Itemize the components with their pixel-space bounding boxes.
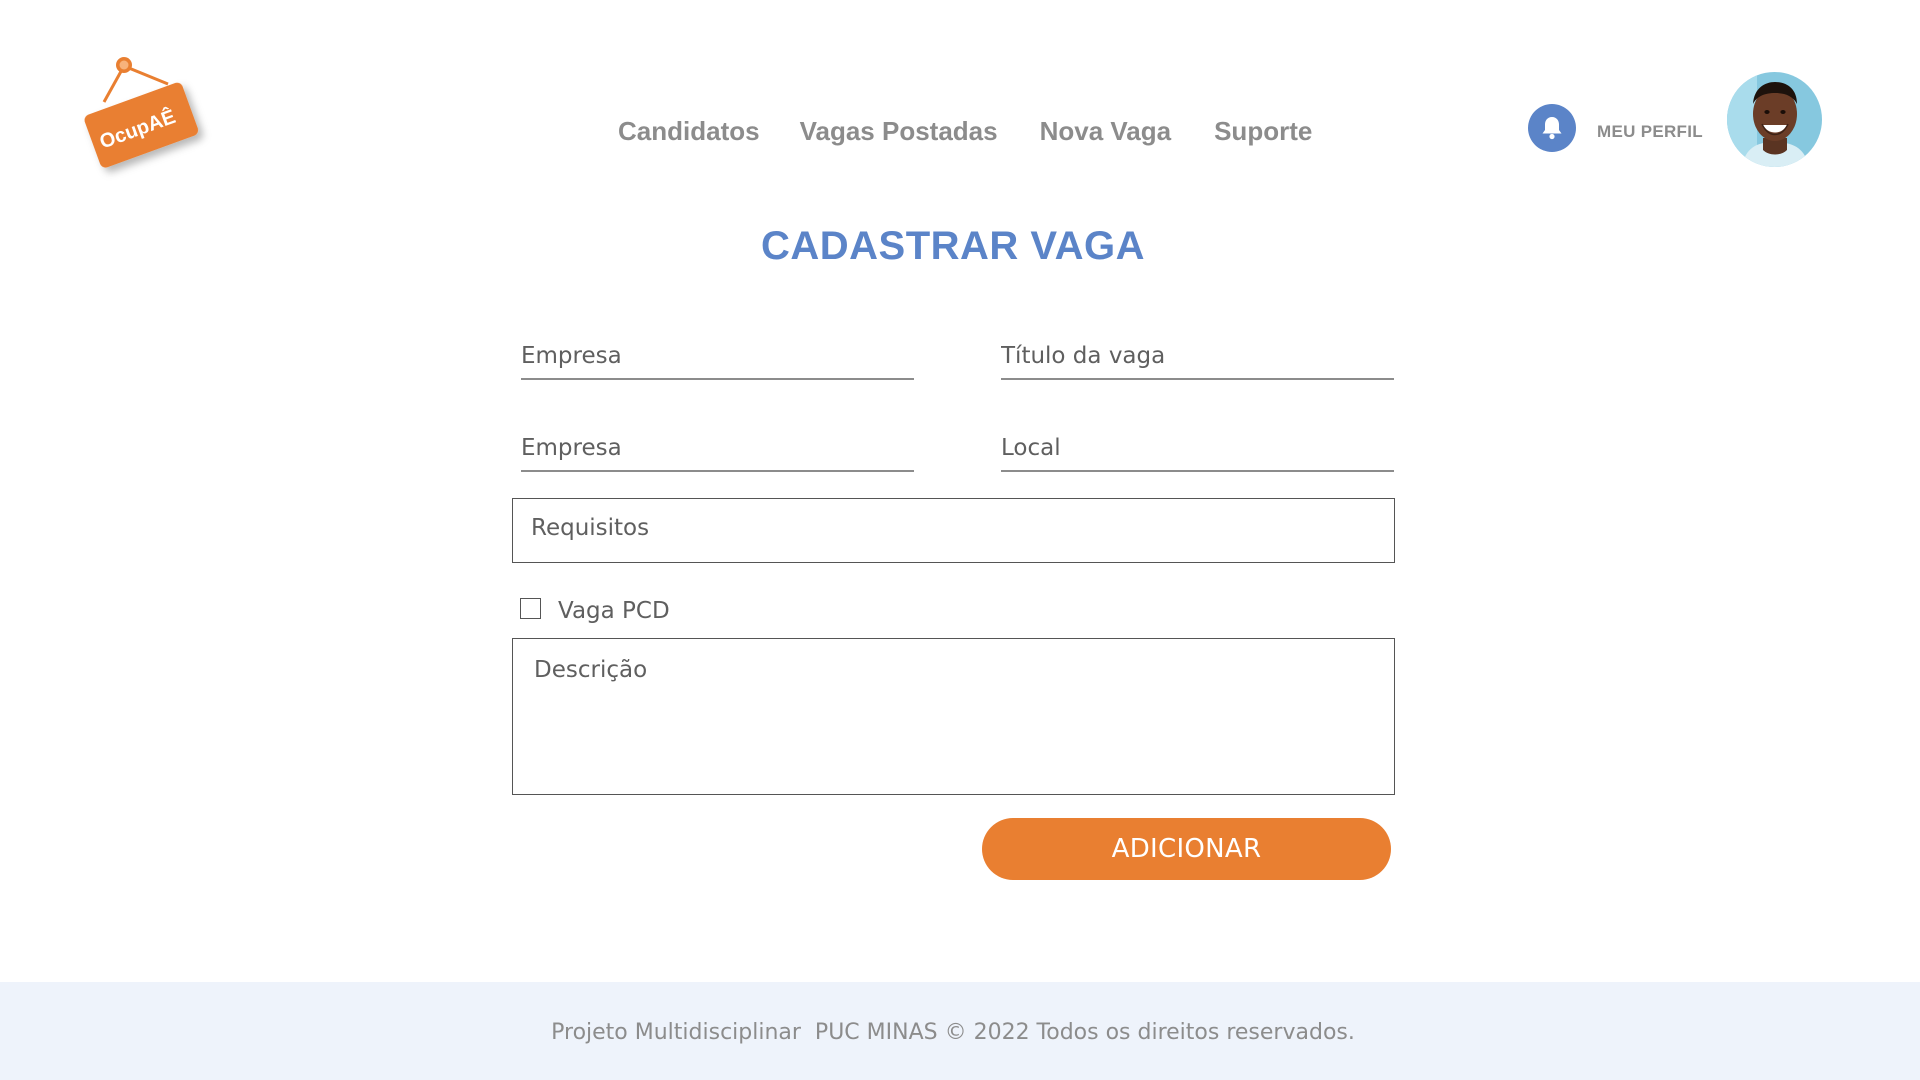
add-job-button[interactable]: ADICIONAR xyxy=(982,818,1391,880)
bell-icon xyxy=(1542,117,1562,140)
descricao-field xyxy=(512,638,1395,795)
avatar[interactable] xyxy=(1727,72,1822,167)
nav-item-candidatos[interactable]: Candidatos xyxy=(618,116,760,147)
location-input[interactable] xyxy=(1001,426,1394,470)
page-title: CADASTRAR VAGA xyxy=(760,224,1146,268)
empresa-field xyxy=(521,334,914,380)
job-title-input[interactable] xyxy=(1001,334,1394,378)
footer: Projeto Multidisciplinar PUC MINAS © 202… xyxy=(0,982,1920,1080)
notifications-button[interactable] xyxy=(1528,104,1576,152)
description-textarea[interactable] xyxy=(513,639,1394,794)
nav-item-suporte[interactable]: Suporte xyxy=(1214,116,1312,147)
main-nav: Candidatos Vagas Postadas Nova Vaga Supo… xyxy=(618,116,1312,147)
empresa-field-2 xyxy=(521,426,914,472)
logo-sign-icon: OcupAÊ xyxy=(84,57,199,168)
footer-copyright: Projeto Multidisciplinar PUC MINAS © 202… xyxy=(551,1020,1355,1045)
nav-item-nova-vaga[interactable]: Nova Vaga xyxy=(1040,116,1172,147)
pcd-checkbox[interactable] xyxy=(520,597,541,619)
brand-logo[interactable]: OcupAÊ xyxy=(82,52,232,192)
pcd-option[interactable]: Vaga PCD xyxy=(520,592,670,624)
requirements-input[interactable] xyxy=(513,499,1394,562)
titulo-field xyxy=(1001,334,1394,380)
empresa-input[interactable] xyxy=(521,334,914,378)
requisitos-field xyxy=(512,498,1395,563)
my-profile-link[interactable]: MEU PERFIL xyxy=(1597,122,1703,142)
pcd-label: Vaga PCD xyxy=(558,598,670,624)
local-field xyxy=(1001,426,1394,472)
empresa-input-2[interactable] xyxy=(521,426,914,470)
user-avatar-icon xyxy=(1727,72,1822,167)
nav-item-vagas-postadas[interactable]: Vagas Postadas xyxy=(800,116,998,147)
